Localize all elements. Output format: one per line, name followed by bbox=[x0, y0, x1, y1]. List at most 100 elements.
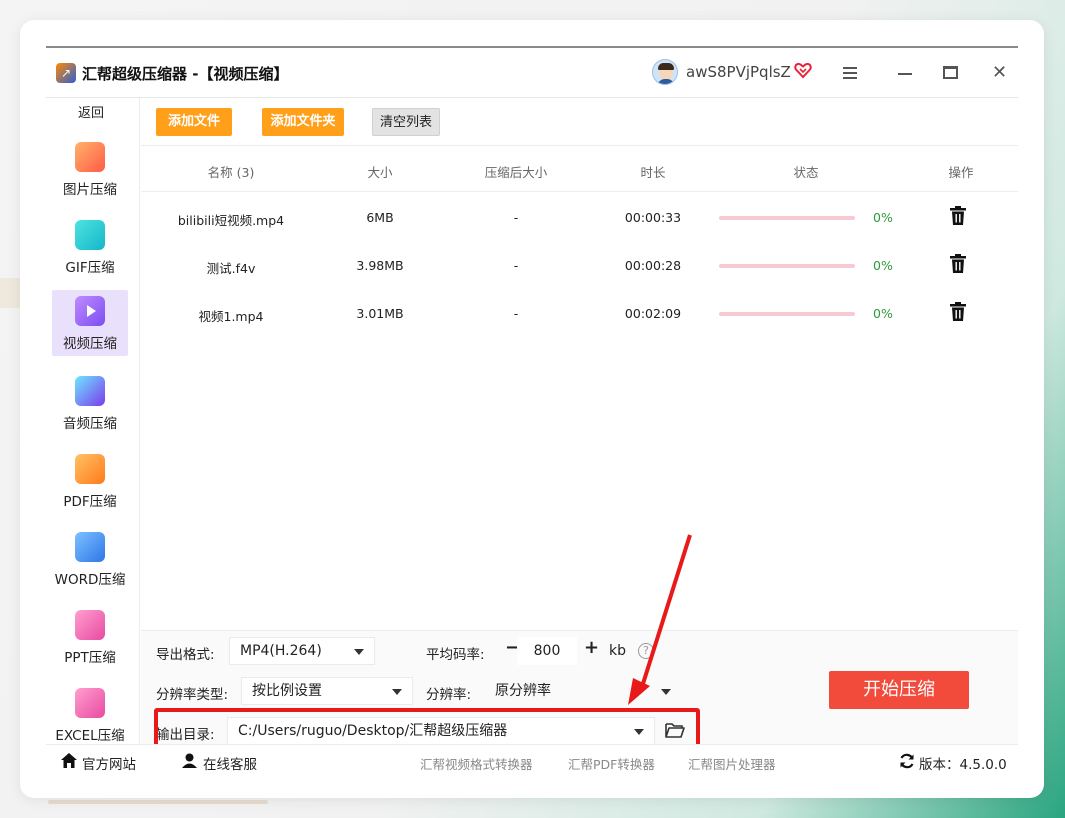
title-bar: ↗ 汇帮超级压缩器 -【视频压缩】 awS8PVjPqlsZ ✕ bbox=[46, 48, 1018, 98]
resolution-select[interactable]: 原分辨率 bbox=[484, 677, 682, 705]
menu-icon[interactable] bbox=[843, 67, 857, 79]
resolution-label: 分辨率: bbox=[426, 687, 472, 703]
pdf-compress-icon bbox=[75, 454, 105, 484]
format-select[interactable]: MP4(H.264) bbox=[229, 637, 375, 665]
app-title: 汇帮超级压缩器 -【视频压缩】 bbox=[82, 65, 289, 83]
header-name[interactable]: 名称 (3) bbox=[181, 162, 281, 181]
sidebar-item-label: 视频压缩 bbox=[63, 336, 117, 352]
app-window: ↗ 汇帮超级压缩器 -【视频压缩】 awS8PVjPqlsZ ✕ 返回 图片压缩… bbox=[46, 46, 1018, 776]
video-converter-link[interactable]: 汇帮视频格式转换器 bbox=[420, 754, 533, 773]
background-line bbox=[48, 800, 268, 804]
sidebar-item-video[interactable]: 视频压缩 bbox=[52, 290, 128, 356]
status-bar: 官方网站 在线客服 汇帮视频格式转换器 汇帮PDF转换器 汇帮图片处理器 版本：… bbox=[46, 744, 1018, 776]
resolution-type-value: 按比例设置 bbox=[252, 683, 322, 699]
sidebar-item-image[interactable]: 图片压缩 bbox=[52, 136, 128, 200]
start-compress-button[interactable]: 开始压缩 bbox=[829, 671, 969, 709]
pdf-converter-link[interactable]: 汇帮PDF转换器 bbox=[568, 754, 655, 773]
sidebar-item-label: GIF压缩 bbox=[65, 260, 115, 276]
delete-icon[interactable] bbox=[949, 206, 967, 226]
refresh-icon bbox=[900, 753, 914, 769]
user-avatar[interactable] bbox=[652, 59, 678, 85]
file-name: bilibili短视频.mp4 bbox=[177, 213, 285, 228]
help-icon[interactable]: ? bbox=[638, 643, 654, 659]
sidebar-item-pdf[interactable]: PDF压缩 bbox=[52, 448, 128, 512]
username[interactable]: awS8PVjPqlsZ bbox=[686, 63, 791, 81]
ppt-compress-icon bbox=[75, 610, 105, 640]
file-size: 3.98MB bbox=[356, 258, 404, 273]
version-label: 版本：4.5.0.0 bbox=[919, 757, 1007, 773]
duration: 00:00:28 bbox=[624, 258, 682, 273]
sidebar: 返回 图片压缩 GIF压缩 视频压缩 音频压缩 PDF压缩 WORD压缩 PPT… bbox=[46, 98, 140, 744]
sidebar-item-label: PDF压缩 bbox=[63, 494, 117, 510]
bitrate-increase-button[interactable]: + bbox=[584, 637, 599, 658]
official-website-link[interactable]: 官方网站 bbox=[82, 753, 136, 773]
sidebar-item-gif[interactable]: GIF压缩 bbox=[52, 214, 128, 278]
settings-panel: 导出格式: MP4(H.264) 平均码率: − 800 + kb ? 分辨率类… bbox=[141, 630, 1018, 750]
customer-service-icon bbox=[182, 753, 197, 768]
progress-bar bbox=[719, 264, 855, 268]
maximize-icon[interactable] bbox=[943, 66, 958, 79]
sidebar-item-label: 音频压缩 bbox=[63, 416, 117, 432]
header-size[interactable]: 大小 bbox=[350, 162, 410, 181]
excel-compress-icon bbox=[75, 688, 105, 718]
sidebar-item-label: EXCEL压缩 bbox=[55, 728, 125, 744]
clear-list-button[interactable]: 清空列表 bbox=[372, 108, 440, 136]
compressed-size: - bbox=[513, 258, 519, 273]
compressed-size: - bbox=[513, 210, 519, 225]
compressed-size: - bbox=[513, 306, 519, 321]
sidebar-item-label: 图片压缩 bbox=[63, 182, 117, 198]
resolution-value: 原分辨率 bbox=[495, 683, 551, 699]
table-row[interactable]: bilibili短视频.mp4 6MB - 00:00:33 0% bbox=[141, 194, 1018, 242]
image-compress-icon bbox=[75, 142, 105, 172]
minimize-icon[interactable] bbox=[898, 73, 912, 75]
word-compress-icon bbox=[75, 532, 105, 562]
add-folder-button[interactable]: 添加文件夹 bbox=[262, 108, 344, 136]
file-table-header: 名称 (3) 大小 压缩后大小 时长 状态 操作 bbox=[141, 146, 1018, 192]
gif-compress-icon bbox=[75, 220, 105, 250]
progress-bar bbox=[719, 216, 855, 220]
bitrate-unit: kb bbox=[609, 643, 626, 659]
file-size: 6MB bbox=[366, 210, 394, 225]
bitrate-label: 平均码率: bbox=[426, 647, 485, 663]
chevron-down-icon bbox=[392, 689, 402, 695]
sidebar-item-excel[interactable]: EXCEL压缩 bbox=[52, 682, 128, 746]
chevron-down-icon bbox=[354, 649, 364, 655]
vip-heart-icon[interactable] bbox=[794, 61, 812, 79]
delete-icon[interactable] bbox=[949, 254, 967, 274]
resolution-type-label: 分辨率类型: bbox=[156, 687, 229, 703]
close-icon[interactable]: ✕ bbox=[992, 62, 1007, 83]
sidebar-item-audio[interactable]: 音频压缩 bbox=[52, 370, 128, 434]
home-icon bbox=[61, 753, 77, 768]
toolbar: 添加文件 添加文件夹 清空列表 bbox=[141, 98, 1018, 146]
progress-percent: 0% bbox=[873, 210, 893, 225]
add-file-button[interactable]: 添加文件 bbox=[156, 108, 232, 136]
header-duration[interactable]: 时长 bbox=[623, 162, 683, 181]
image-processor-link[interactable]: 汇帮图片处理器 bbox=[688, 754, 776, 773]
table-row[interactable]: 测试.f4v 3.98MB - 00:00:28 0% bbox=[141, 242, 1018, 290]
online-support-link[interactable]: 在线客服 bbox=[203, 753, 257, 773]
header-status: 状态 bbox=[793, 165, 819, 180]
duration: 00:00:33 bbox=[624, 210, 682, 225]
file-name: 视频1.mp4 bbox=[198, 309, 264, 324]
chevron-down-icon bbox=[661, 689, 671, 695]
resolution-type-select[interactable]: 按比例设置 bbox=[241, 677, 413, 705]
format-label: 导出格式: bbox=[156, 647, 215, 663]
progress-percent: 0% bbox=[873, 258, 893, 273]
table-row[interactable]: 视频1.mp4 3.01MB - 00:02:09 0% bbox=[141, 290, 1018, 338]
format-value: MP4(H.264) bbox=[240, 643, 322, 659]
sidebar-item-label: WORD压缩 bbox=[54, 572, 126, 588]
sidebar-item-label: PPT压缩 bbox=[64, 650, 116, 666]
header-actions: 操作 bbox=[948, 165, 974, 180]
progress-bar bbox=[719, 312, 855, 316]
back-button[interactable]: 返回 bbox=[46, 102, 136, 121]
app-logo-icon: ↗ bbox=[56, 63, 76, 83]
audio-compress-icon bbox=[75, 376, 105, 406]
sidebar-item-word[interactable]: WORD压缩 bbox=[52, 526, 128, 590]
sidebar-item-ppt[interactable]: PPT压缩 bbox=[52, 604, 128, 668]
duration: 00:02:09 bbox=[624, 306, 682, 321]
delete-icon[interactable] bbox=[949, 302, 967, 322]
file-name: 测试.f4v bbox=[206, 261, 256, 276]
video-compress-icon bbox=[75, 296, 105, 326]
bitrate-input[interactable]: 800 bbox=[517, 637, 577, 665]
header-compressed-size[interactable]: 压缩后大小 bbox=[471, 162, 561, 181]
